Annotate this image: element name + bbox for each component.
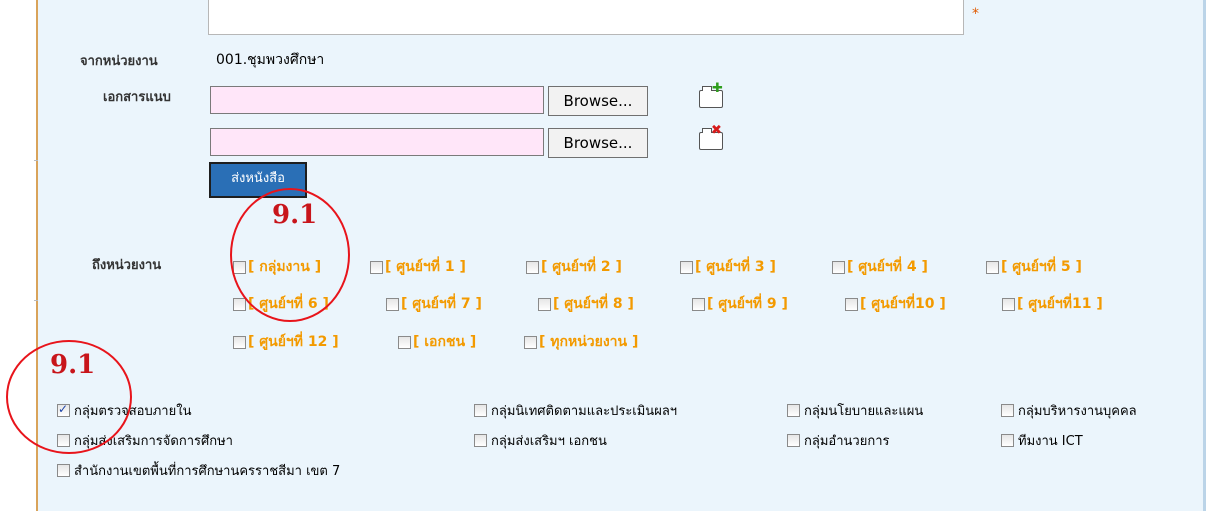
from-unit-label: จากหน่วยงาน [80, 54, 158, 69]
from-unit-value: 001.ชุมพวงศึกษา [216, 52, 325, 68]
unit-option-center-12[interactable]: [ ศูนย์ฯที่ 12 ] [233, 331, 339, 353]
group-checkbox[interactable] [787, 434, 800, 447]
unit-checkbox[interactable] [680, 260, 693, 274]
unit-checkbox[interactable] [832, 260, 845, 274]
unit-checkbox[interactable] [1002, 297, 1015, 311]
unit-option-center-9[interactable]: [ ศูนย์ฯที่ 9 ] [692, 293, 788, 315]
unit-checkbox[interactable] [398, 335, 411, 349]
unit-option-private[interactable]: [ เอกชน ] [398, 331, 476, 353]
group-checkbox[interactable] [57, 464, 70, 477]
unit-checkbox[interactable] [233, 335, 246, 349]
unit-checkbox[interactable] [370, 260, 383, 274]
group-checkbox[interactable] [787, 404, 800, 417]
group-checkbox[interactable] [1001, 404, 1014, 417]
group-option-ict-team[interactable]: ทีมงาน ICT [1001, 430, 1083, 451]
group-option-area-office[interactable]: สำนักงานเขตพื้นที่การศึกษานครราชสีมา เขต… [57, 460, 340, 481]
group-option-administration[interactable]: กลุ่มอำนวยการ [787, 430, 889, 451]
required-mark: * [972, 6, 979, 22]
group-option-private-promotion[interactable]: กลุ่มส่งเสริมฯ เอกชน [474, 430, 607, 451]
unit-option-center-7[interactable]: [ ศูนย์ฯที่ 7 ] [386, 293, 482, 315]
unit-checkbox[interactable] [233, 297, 246, 311]
unit-checkbox[interactable] [692, 297, 705, 311]
unit-checkbox[interactable] [524, 335, 537, 349]
remove-attachment-icon[interactable]: ✖ [699, 124, 723, 150]
unit-option-center-4[interactable]: [ ศูนย์ฯที่ 4 ] [832, 256, 928, 278]
annotation-label: 9.1 [272, 200, 318, 230]
unit-option-center-5[interactable]: [ ศูนย์ฯที่ 5 ] [986, 256, 1082, 278]
unit-checkbox[interactable] [386, 297, 399, 311]
unit-option-center-2[interactable]: [ ศูนย์ฯที่ 2 ] [526, 256, 622, 278]
group-option-supervision[interactable]: กลุ่มนิเทศติดตามและประเมินผลฯ [474, 400, 677, 421]
annotation-label: 9.1 [50, 350, 96, 380]
attachment-file-input-2[interactable] [210, 128, 544, 156]
unit-checkbox[interactable] [526, 260, 539, 274]
unit-checkbox[interactable] [845, 297, 858, 311]
unit-option-center-10[interactable]: [ ศูนย์ฯที่10 ] [845, 293, 946, 315]
unit-checkbox[interactable] [986, 260, 999, 274]
unit-option-center-8[interactable]: [ ศูนย์ฯที่ 8 ] [538, 293, 634, 315]
add-attachment-icon[interactable]: ✚ [699, 82, 723, 108]
group-option-personnel[interactable]: กลุ่มบริหารงานบุคคล [1001, 400, 1137, 421]
browse-button-1[interactable]: Browse... [548, 86, 648, 116]
unit-checkbox[interactable] [538, 297, 551, 311]
unit-option-center-11[interactable]: [ ศูนย์ฯที่11 ] [1002, 293, 1103, 315]
browse-button-2[interactable]: Browse... [548, 128, 648, 158]
unit-option-all[interactable]: [ ทุกหน่วยงาน ] [524, 331, 638, 353]
group-checkbox[interactable] [1001, 434, 1014, 447]
message-textarea[interactable] [208, 0, 964, 35]
unit-option-center-1[interactable]: [ ศูนย์ฯที่ 1 ] [370, 256, 466, 278]
group-checkbox[interactable] [474, 404, 487, 417]
group-option-policy-plan[interactable]: กลุ่มนโยบายและแผน [787, 400, 923, 421]
unit-option-center-3[interactable]: [ ศูนย์ฯที่ 3 ] [680, 256, 776, 278]
attachment-label: เอกสารแนบ [103, 90, 171, 105]
group-checkbox[interactable] [474, 434, 487, 447]
attachment-file-input-1[interactable] [210, 86, 544, 114]
to-unit-label: ถึงหน่วยงาน [92, 258, 162, 273]
